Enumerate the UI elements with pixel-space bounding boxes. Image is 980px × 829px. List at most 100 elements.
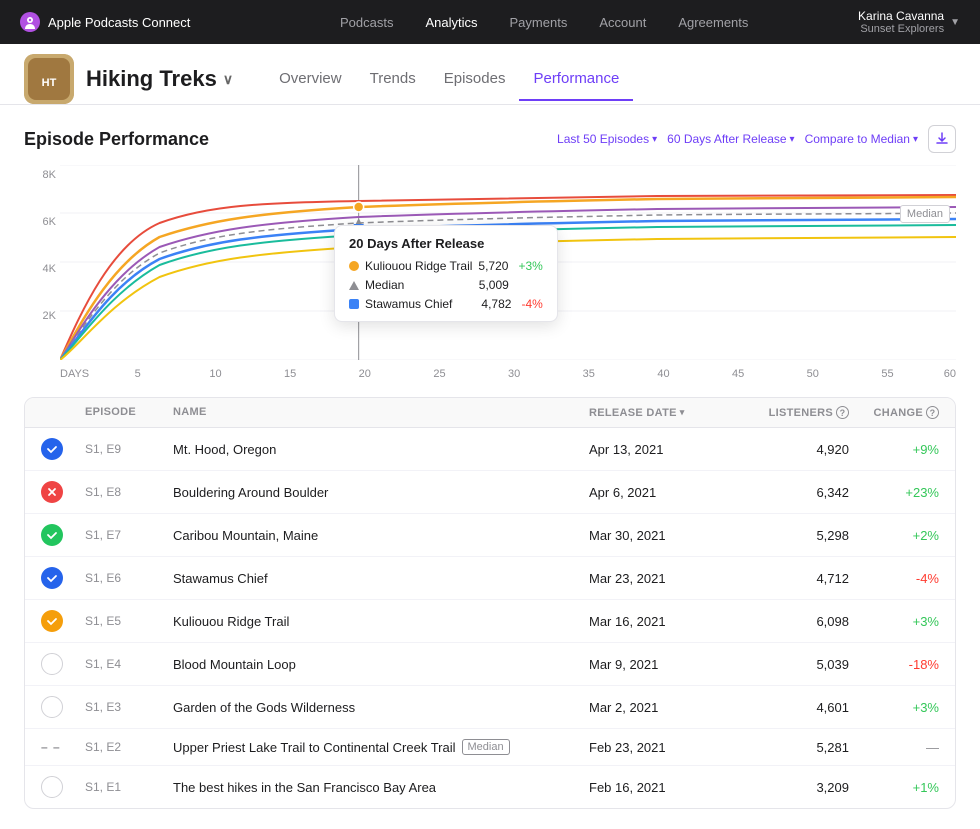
nav-analytics[interactable]: Analytics (425, 15, 477, 30)
tab-overview[interactable]: Overview (265, 58, 356, 101)
median-tag: Median (462, 739, 510, 755)
row-date-1: Apr 6, 2021 (589, 485, 739, 500)
table-row[interactable]: S1, E1 The best hikes in the San Francis… (25, 766, 955, 808)
row-episode-6: S1, E3 (85, 700, 173, 714)
median-chart-label: Median (900, 205, 950, 223)
row-badge-1 (41, 481, 85, 503)
tooltip-change-2: -4% (521, 297, 542, 311)
listeners-info-icon[interactable]: ? (836, 406, 849, 419)
episodes-filter-btn[interactable]: Last 50 Episodes ▾ (557, 132, 657, 146)
tooltip-title: 20 Days After Release (349, 236, 543, 251)
tooltip-name-2: Stawamus Chief (365, 297, 475, 311)
row-name-7: Upper Priest Lake Trail to Continental C… (173, 739, 589, 755)
export-btn[interactable] (928, 125, 956, 153)
row-episode-5: S1, E4 (85, 657, 173, 671)
row-change-6: +3% (849, 700, 939, 715)
compare-filter-btn[interactable]: Compare to Median ▾ (805, 132, 918, 146)
x-label-45: 45 (732, 368, 744, 380)
row-date-6: Mar 2, 2021 (589, 700, 739, 715)
row-badge-6 (41, 696, 85, 718)
change-info-icon[interactable]: ? (926, 406, 939, 419)
table-row[interactable]: S1, E6 Stawamus Chief Mar 23, 2021 4,712… (25, 557, 955, 600)
chart-y-axis: 8K 6K 4K 2K (24, 165, 60, 361)
row-date-5: Mar 9, 2021 (589, 657, 739, 672)
tooltip-row-2: Stawamus Chief 4,782 -4% (349, 297, 543, 311)
row-change-2: +2% (849, 528, 939, 543)
tooltip-value-0: 5,720 (478, 259, 508, 273)
row-badge-5 (41, 653, 85, 675)
table-row[interactable]: S1, E3 Garden of the Gods Wilderness Mar… (25, 686, 955, 729)
podcast-header: HT Hiking Treks ∨ Overview Trends Episod… (0, 44, 980, 105)
nav-payments[interactable]: Payments (510, 15, 568, 30)
table-row[interactable]: S1, E4 Blood Mountain Loop Mar 9, 2021 5… (25, 643, 955, 686)
nav-links: Podcasts Analytics Payments Account Agre… (230, 15, 858, 30)
row-change-3: -4% (849, 571, 939, 586)
row-name-0: Mt. Hood, Oregon (173, 442, 589, 457)
days-filter-btn[interactable]: 60 Days After Release ▾ (667, 132, 794, 146)
row-date-4: Mar 16, 2021 (589, 614, 739, 629)
table-row[interactable]: S1, E9 Mt. Hood, Oregon Apr 13, 2021 4,9… (25, 428, 955, 471)
app-logo[interactable]: Apple Podcasts Connect (20, 12, 190, 32)
row-episode-2: S1, E7 (85, 528, 173, 542)
col-release[interactable]: RELEASE DATE ▾ (589, 406, 739, 419)
row-date-0: Apr 13, 2021 (589, 442, 739, 457)
tooltip-row-0: Kuliouou Ridge Trail 5,720 +3% (349, 259, 543, 273)
row-name-2: Caribou Mountain, Maine (173, 528, 589, 543)
tooltip-change-0: +3% (518, 259, 542, 273)
y-label-6k: 6K (24, 216, 60, 228)
col-change[interactable]: CHANGE ? (849, 406, 939, 419)
tab-episodes[interactable]: Episodes (430, 58, 520, 101)
row-name-5: Blood Mountain Loop (173, 657, 589, 672)
tab-performance[interactable]: Performance (519, 58, 633, 101)
nav-agreements[interactable]: Agreements (678, 15, 748, 30)
row-change-1: +23% (849, 485, 939, 500)
user-chevron-icon: ▼ (950, 17, 960, 28)
tooltip-value-1: 5,009 (479, 278, 509, 292)
row-date-3: Mar 23, 2021 (589, 571, 739, 586)
filter-controls: Last 50 Episodes ▾ 60 Days After Release… (557, 125, 956, 153)
table-row[interactable]: S1, E7 Caribou Mountain, Maine Mar 30, 2… (25, 514, 955, 557)
row-episode-7: S1, E2 (85, 740, 173, 754)
table-row[interactable]: S1, E5 Kuliouou Ridge Trail Mar 16, 2021… (25, 600, 955, 643)
x-label-25: 25 (433, 368, 445, 380)
user-menu[interactable]: Karina Cavanna Sunset Explorers ▼ (858, 9, 960, 35)
row-name-6: Garden of the Gods Wilderness (173, 700, 589, 715)
user-podcast: Sunset Explorers (858, 23, 944, 35)
nav-podcasts[interactable]: Podcasts (340, 15, 393, 30)
row-change-0: +9% (849, 442, 939, 457)
col-listeners[interactable]: LISTENERS ? (739, 406, 849, 419)
sub-tabs: Overview Trends Episodes Performance (265, 58, 633, 100)
tooltip-row-1: Median 5,009 (349, 278, 543, 292)
podcast-title-section: Hiking Treks ∨ (86, 66, 233, 92)
row-date-8: Feb 16, 2021 (589, 780, 739, 795)
col-status (41, 406, 85, 419)
row-episode-0: S1, E9 (85, 442, 173, 456)
main-content: Episode Performance Last 50 Episodes ▾ 6… (0, 105, 980, 829)
nav-account[interactable]: Account (599, 15, 646, 30)
row-episode-8: S1, E1 (85, 780, 173, 794)
table-row[interactable]: – – S1, E2 Upper Priest Lake Trail to Co… (25, 729, 955, 766)
row-listeners-8: 3,209 (739, 780, 849, 795)
user-name: Karina Cavanna (858, 9, 944, 23)
table-container: EPISODE NAME RELEASE DATE ▾ LISTENERS ? … (24, 397, 956, 809)
top-nav: Apple Podcasts Connect Podcasts Analytic… (0, 0, 980, 44)
episodes-chevron-icon: ▾ (652, 134, 657, 145)
row-badge-4 (41, 610, 85, 632)
x-label-40: 40 (657, 368, 669, 380)
row-change-4: +3% (849, 614, 939, 629)
row-name-4: Kuliouou Ridge Trail (173, 614, 589, 629)
podcast-title-chevron[interactable]: ∨ (223, 71, 233, 88)
x-label-30: 30 (508, 368, 520, 380)
x-label-50: 50 (807, 368, 819, 380)
tab-trends[interactable]: Trends (356, 58, 430, 101)
episodes-filter-label: Last 50 Episodes (557, 132, 649, 146)
chart-x-axis: DAYS 5 10 15 20 25 30 35 40 45 50 55 60 (60, 363, 956, 385)
row-listeners-0: 4,920 (739, 442, 849, 457)
row-date-2: Mar 30, 2021 (589, 528, 739, 543)
days-chevron-icon: ▾ (790, 134, 795, 145)
tooltip-name-1: Median (365, 278, 473, 292)
row-name-3: Stawamus Chief (173, 571, 589, 586)
x-label-60: 60 (944, 368, 956, 380)
x-label-10: 10 (209, 368, 221, 380)
table-row[interactable]: S1, E8 Bouldering Around Boulder Apr 6, … (25, 471, 955, 514)
